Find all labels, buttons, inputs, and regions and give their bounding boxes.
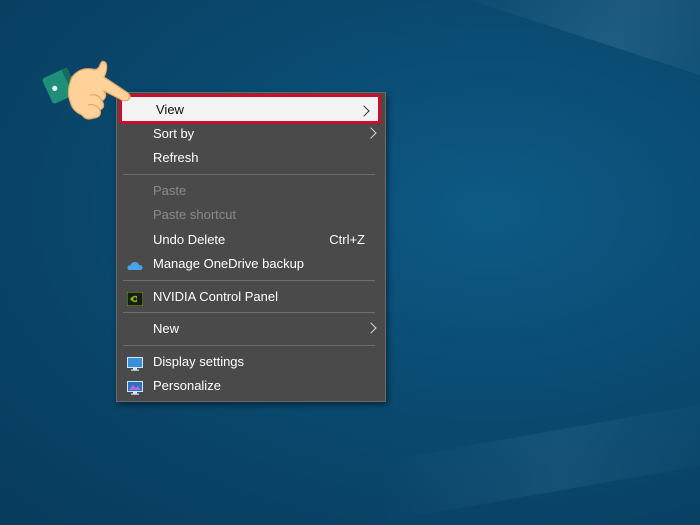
chevron-right-icon [365, 127, 377, 139]
wallpaper-light-streak-lower [377, 399, 700, 521]
menu-item-refresh[interactable]: Refresh [117, 146, 385, 170]
nvidia-icon [126, 290, 144, 307]
menu-item-nvidia-control-panel[interactable]: NVIDIA Control Panel [117, 285, 385, 309]
chevron-right-icon [358, 105, 370, 117]
menu-item-label: NVIDIA Control Panel [153, 289, 279, 304]
menu-item-label: Paste [153, 183, 187, 198]
menu-item-label: Refresh [153, 150, 199, 165]
wallpaper-light-streak [463, 0, 700, 98]
menu-separator [123, 345, 375, 346]
menu-separator [123, 280, 375, 281]
desktop-context-menu: View Sort by Refresh Paste Paste shortcu… [116, 92, 386, 402]
menu-item-shortcut: Ctrl+Z [329, 232, 365, 247]
menu-item-paste: Paste [117, 179, 385, 203]
menu-item-view[interactable]: View [119, 94, 381, 124]
menu-item-label: Undo Delete [153, 232, 226, 247]
menu-item-label: Sort by [153, 126, 195, 141]
menu-item-display-settings[interactable]: Display settings [117, 350, 385, 374]
chevron-right-icon [365, 322, 377, 334]
menu-item-label: Personalize [153, 378, 221, 393]
personalize-monitor-icon [127, 379, 143, 395]
menu-item-personalize[interactable]: Personalize [117, 374, 385, 398]
menu-separator [123, 174, 375, 175]
menu-item-label: View [156, 102, 184, 117]
menu-item-paste-shortcut: Paste shortcut [117, 203, 385, 227]
menu-item-sort-by[interactable]: Sort by [117, 122, 385, 146]
menu-item-label: Paste shortcut [153, 207, 237, 222]
menu-item-manage-onedrive-backup[interactable]: Manage OneDrive backup [117, 252, 385, 276]
menu-item-label: Display settings [153, 354, 245, 369]
menu-separator [123, 312, 375, 313]
menu-item-new[interactable]: New [117, 317, 385, 341]
pointing-hand-icon [42, 60, 131, 120]
onedrive-cloud-icon [127, 257, 143, 271]
display-monitor-icon [127, 355, 143, 371]
menu-item-undo-delete[interactable]: Undo Delete Ctrl+Z [117, 228, 385, 252]
menu-item-label: Manage OneDrive backup [153, 256, 305, 271]
menu-item-label: New [153, 321, 180, 336]
